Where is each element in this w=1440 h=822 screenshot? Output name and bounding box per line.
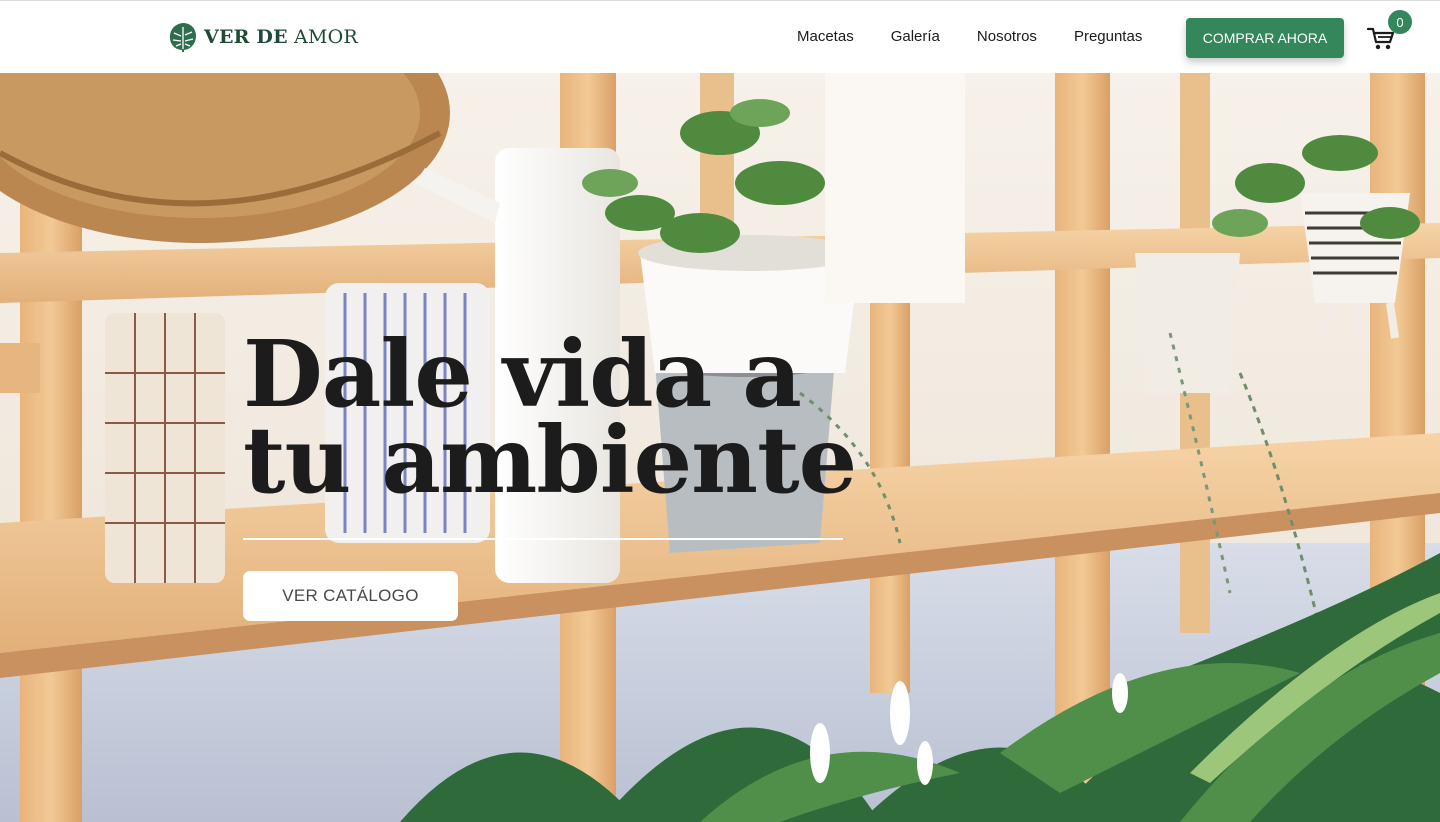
nav-item-nosotros[interactable]: Nosotros <box>977 28 1037 45</box>
view-catalog-button[interactable]: VER CATÁLOGO <box>243 571 458 621</box>
hero-title: Dale vida a tu ambiente <box>243 320 943 514</box>
brand-logo[interactable]: VER DE AMOR <box>168 20 358 54</box>
cart-count-badge: 0 <box>1388 10 1412 34</box>
brand-name-strong: VER DE <box>204 26 288 48</box>
main-nav: Macetas Galería Nosotros Preguntas <box>797 28 1142 45</box>
nav-item-macetas[interactable]: Macetas <box>797 28 854 45</box>
site-header: VER DE AMOR Macetas Galería Nosotros Pre… <box>0 0 1440 73</box>
hero-divider <box>243 538 843 540</box>
brand-name: VER DE AMOR <box>204 26 358 48</box>
buy-now-button[interactable]: COMPRAR AHORA <box>1186 18 1344 58</box>
hero-title-line-2: tu ambiente <box>243 406 857 514</box>
hero-section: Dale vida a tu ambiente VER CATÁLOGO <box>0 73 1440 822</box>
nav-item-galeria[interactable]: Galería <box>891 28 940 45</box>
brand-name-light: AMOR <box>294 26 358 48</box>
nav-item-preguntas[interactable]: Preguntas <box>1074 28 1142 45</box>
monstera-leaf-icon <box>169 23 196 52</box>
hero-title-line-1: Dale vida a <box>243 320 802 428</box>
